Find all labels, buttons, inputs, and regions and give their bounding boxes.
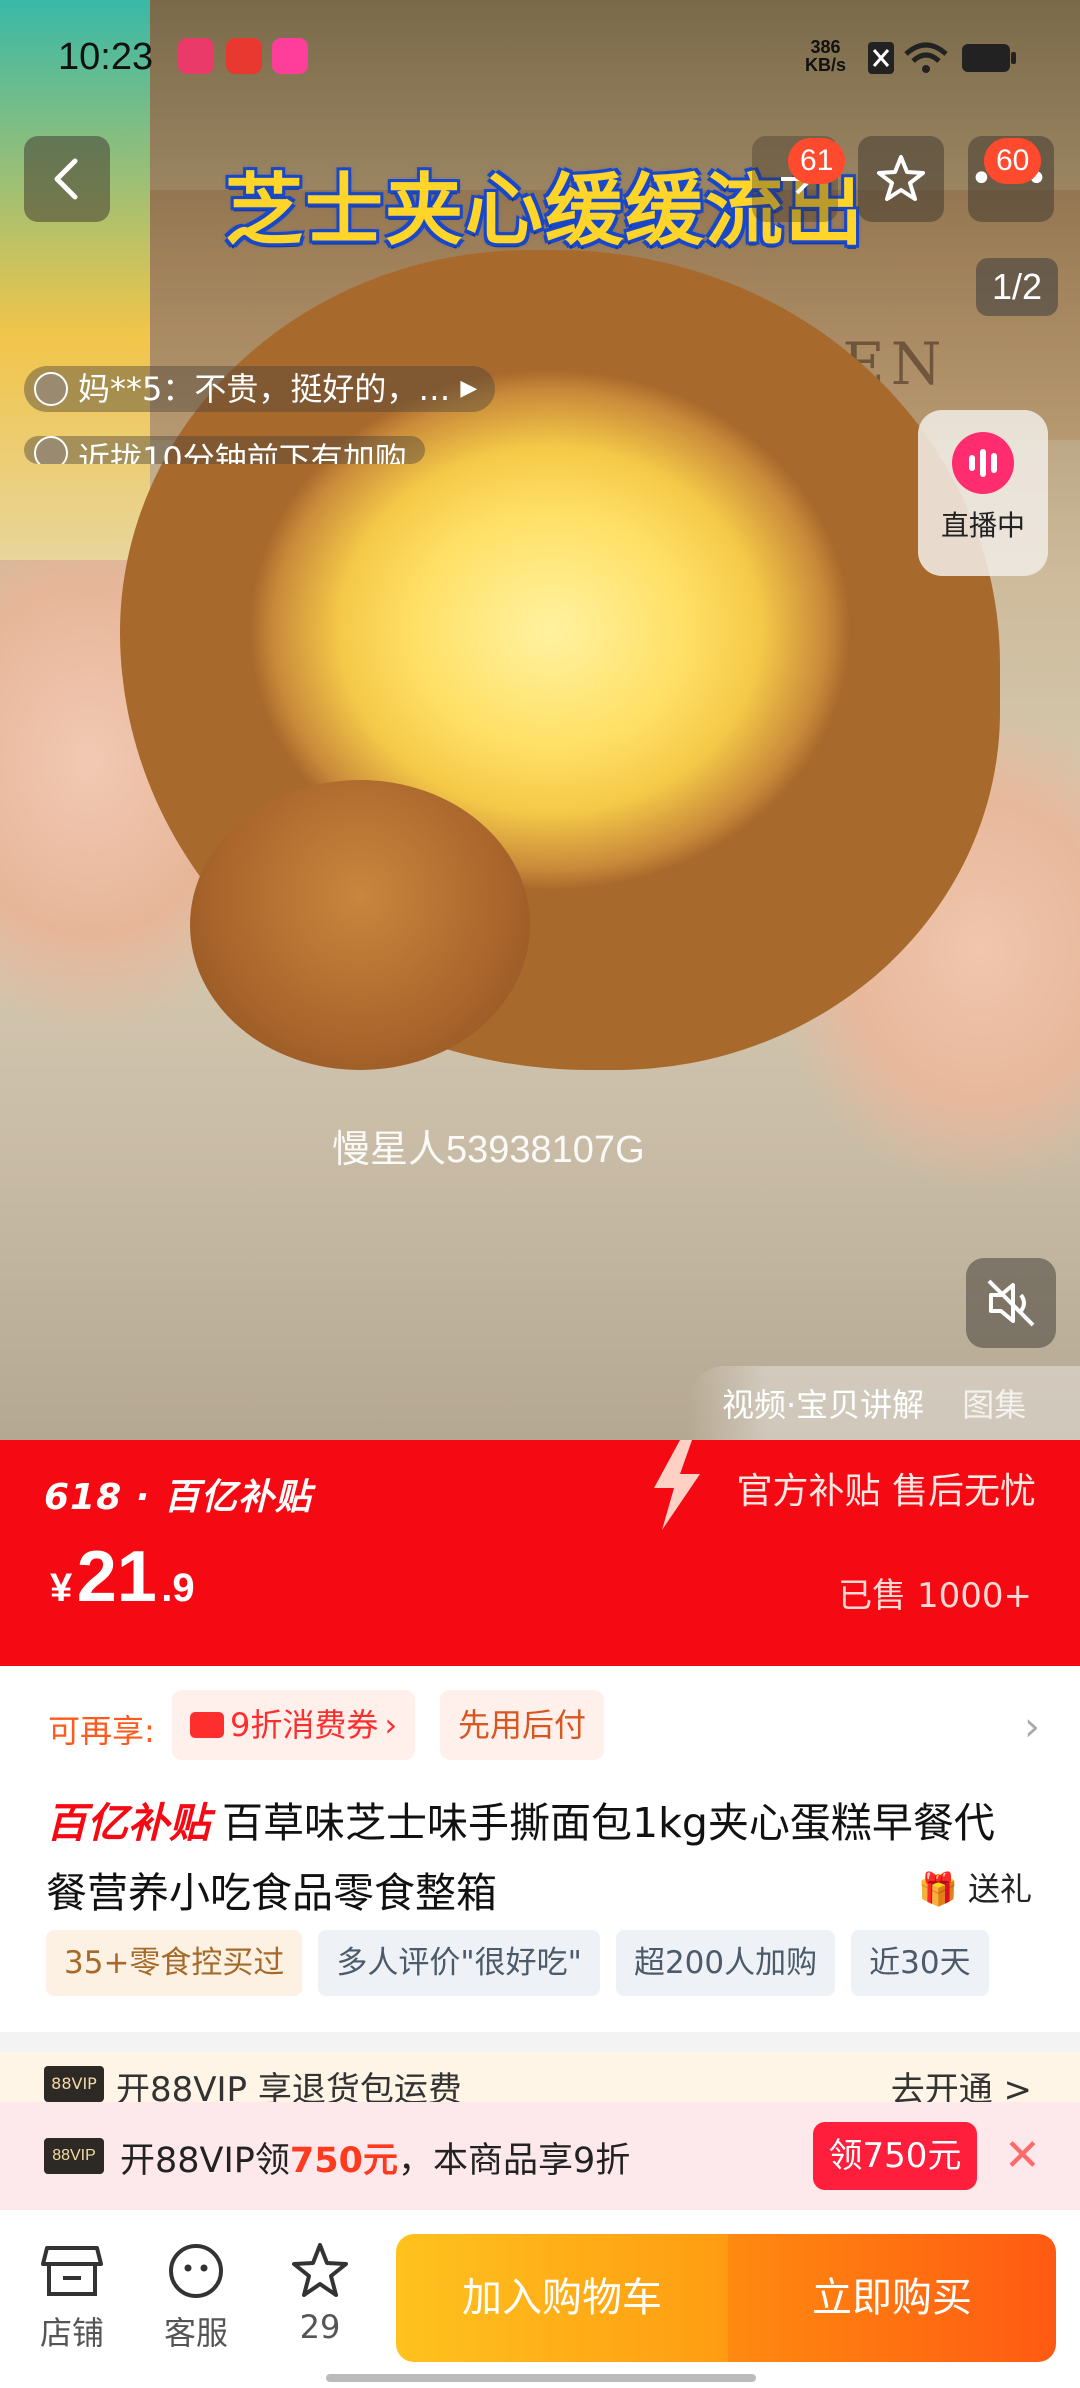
service-button[interactable]: 客服 [146,2236,246,2354]
favorites-count: 29 [299,2308,341,2346]
review-ticker[interactable]: 妈**5：不贵，挺好的，… ▶ [24,366,496,412]
service-label: 客服 [163,2314,228,2352]
image-pager: 1/2 [976,258,1058,316]
bottom-action-bar: 店铺 客服 29 加入购物车 立即购买 [0,2210,1080,2388]
chevron-left-icon [54,158,78,200]
status-icons [868,42,1016,74]
coupon-text: 9折消费券 [230,1706,379,1744]
bnpl-chip[interactable]: 先用后付 [440,1690,605,1760]
ticker-text: 近拢10分钟前下有加购 [78,440,407,464]
vip-logo: 88VIP [44,2138,104,2174]
coupon-chip[interactable]: 9折消费券 › [172,1690,416,1760]
highlight-chip[interactable]: 多人评价"很好吃" [318,1930,600,1996]
gift-button[interactable]: 🎁 送礼 [918,1864,1032,1910]
chevron-right-icon[interactable]: › [1024,1704,1040,1750]
back-button[interactable] [24,136,110,222]
live-entry[interactable]: 直播中 [918,410,1048,576]
home-indicator[interactable] [326,2374,756,2382]
sold-count: 已售 1000+ [838,1576,1032,1616]
currency-symbol: ¥ [50,1566,73,1610]
vip-promo-bar: 88VIP 开88VIP领750元，本商品享9折 领750元 ✕ [0,2102,1080,2210]
claim-button[interactable]: 领750元 [813,2122,977,2190]
chevron-right-icon: ▶ [460,376,478,401]
campaign-label: 618 · 百亿补贴 [44,1477,312,1518]
shop-icon [22,2236,122,2306]
ticket-icon [190,1712,224,1738]
ticker-text: 妈**5：不贵，挺好的，… [78,370,451,408]
tab-gallery[interactable]: 图集 [962,1380,1026,1426]
vip-promo-text: 开88VIP领750元，本商品享9折 [120,2141,631,2181]
star-icon [877,155,925,201]
mute-button[interactable] [966,1258,1056,1348]
app-notification-icon [272,38,308,74]
star-icon [270,2236,370,2306]
avatar [34,372,68,406]
favorites-button[interactable]: 29 [270,2236,370,2346]
more-badge: 60 [984,138,1042,184]
avatar [34,436,68,464]
live-icon [952,432,1014,494]
share-badge: 61 [788,138,846,184]
favorite-button[interactable] [858,136,944,222]
speaker-muted-icon [987,1279,1035,1327]
bread-crust-image [190,780,530,1070]
media-tabs: 视频·宝贝讲解 图集 [688,1366,1080,1440]
price: ¥ 21 .9 [50,1536,195,1618]
app-notification-icon [178,38,214,74]
highlight-chip[interactable]: 35+零食控买过 [46,1930,303,1996]
watermark: 慢星人53938107G [332,1129,645,1171]
price-integer: 21 [76,1537,157,1617]
highlight-chip[interactable]: 近30天 [851,1930,989,1996]
status-time: 10:23 [58,36,154,78]
buy-now-button[interactable]: 立即购买 [728,2234,1056,2362]
chevron-right-icon: › [384,1706,398,1744]
product-info: 可再享: 9折消费券 › 先用后付 › 百亿补贴 百草味芝士味手撕面包1kg夹心蛋… [0,1666,1080,2032]
close-icon[interactable]: ✕ [1004,2132,1041,2180]
tab-video[interactable]: 视频·宝贝讲解 [722,1380,924,1426]
vip-logo: 88VIP [44,2066,104,2102]
lightning-icon [654,1440,700,1530]
system-icons [868,38,1048,86]
price-decimal: .9 [161,1566,195,1610]
subsidy-tag: 百亿补贴 [46,1799,210,1847]
live-label: 直播中 [940,509,1025,542]
chat-icon [146,2236,246,2306]
shop-button[interactable]: 店铺 [22,2236,122,2354]
gift-icon: 🎁 [917,1870,958,1908]
shop-label: 店铺 [39,2314,104,2352]
app-notification-icon [226,38,262,74]
service-promise: 官方补贴 售后无忧 [736,1471,1036,1512]
product-title: 百亿补贴 百草味芝士味手撕面包1kg夹心蛋糕早餐代餐营养小吃食品零食整箱 [46,1788,1026,1928]
gift-label: 送礼 [967,1870,1032,1908]
net-speed: 386 KB/s [805,37,847,75]
activity-ticker: 近拢10分钟前下有加购 [24,436,425,464]
benefits-label: 可再享: [48,1712,155,1750]
status-bar: 10:23 386 KB/s [0,0,1080,110]
highlight-chip[interactable]: 超200人加购 [615,1930,836,1996]
add-to-cart-button[interactable]: 加入购物车 [396,2234,728,2362]
highlight-chips: 35+零食控买过 多人评价"很好吃" 超200人加购 近30天 [46,1930,989,1996]
price-banner: 618 · 百亿补贴 官方补贴 售后无忧 ¥ 21 .9 已售 1000+ [0,1440,1080,1666]
vip-strip[interactable]: 88VIP 开88VIP 享退货包运费 去开通 > [0,2052,1080,2108]
